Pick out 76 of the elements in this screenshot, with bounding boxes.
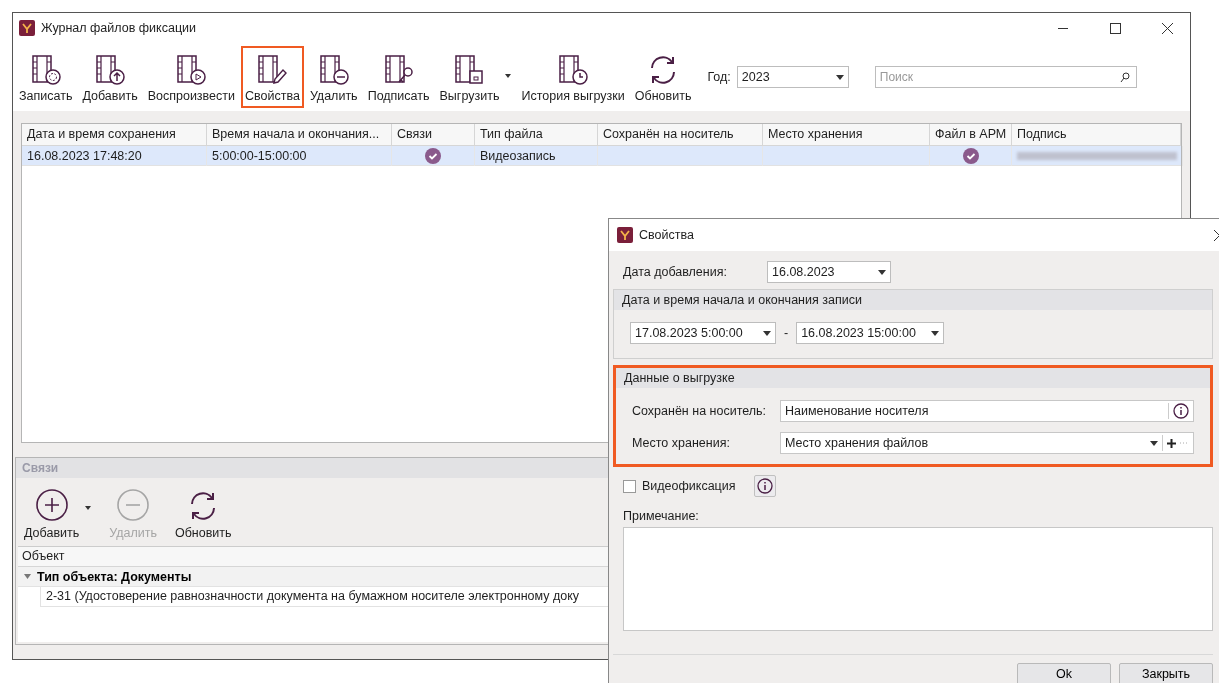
toolbar-button[interactable]: Выгрузить [435,46,516,108]
check-circle-icon [425,148,441,164]
film-icon [29,54,62,86]
toolbar-button[interactable]: Добавить [78,46,142,108]
dialog-title: Свойства [639,228,695,242]
caret-icon [505,74,512,78]
search-icon [1119,71,1130,83]
info-button[interactable] [753,475,776,497]
film-icon [175,54,208,86]
group-title: Данные о выгрузке [616,368,1210,388]
checkbox[interactable] [623,479,636,493]
dropdown-caret-icon [931,330,940,336]
plus-icon [1167,438,1176,448]
date-dropdown[interactable]: 16.08.2023 [767,261,891,283]
search-box[interactable]: Поиск [874,66,1137,88]
column-header[interactable]: Дата и время сохранения [22,124,207,145]
column-header[interactable]: Файл в АРМ [930,124,1012,145]
film-icon [382,54,415,86]
note-field[interactable] [623,527,1213,631]
dialog-button[interactable]: Закрыть [1119,663,1213,683]
minus-circle-icon [116,488,151,522]
dropdown-caret-icon [835,74,844,80]
field-label: Сохранён на носитель: [632,404,768,418]
column-header[interactable]: Время начала и окончания... [207,124,392,145]
film-icon [317,54,350,86]
toolbar-button[interactable]: Удалить [305,46,362,108]
year-dropdown[interactable]: 2023 [736,66,849,88]
dropdown-caret-icon [878,269,886,275]
table-row[interactable]: 16.08.2023 17:48:20 5:00:00-15:00:00 Видеозапись [22,146,1181,166]
column-header[interactable]: Подпись [1012,124,1181,145]
dropdown-caret-icon [1150,440,1158,446]
storage-dropdown[interactable]: Место хранения файлов [780,432,1194,454]
search-input[interactable]: Поиск [875,70,1120,84]
app-logo-icon [19,20,35,36]
start-datetime-dropdown[interactable]: 17.08.2023 5:00:00 [630,322,776,344]
toolbar-button[interactable]: Подписать [363,46,434,108]
expand-caret-icon [24,574,31,579]
table-cell: 16.08.2023 17:48:20 [27,149,142,163]
toolbar-button[interactable]: Воспроизвести [143,46,239,108]
dialog-button[interactable]: Ok [1017,663,1111,683]
film-icon [94,54,127,86]
app-logo-icon [617,227,633,243]
end-datetime-dropdown[interactable]: 16.08.2023 15:00:00 [796,322,945,344]
film-icon [453,54,486,86]
column-header[interactable]: Тип файла [475,124,598,145]
minimize-icon [1058,27,1068,29]
film-icon [256,54,289,86]
film-icon [557,54,590,86]
caret-icon [85,506,92,510]
maximize-icon [1109,22,1121,34]
table-cell: 5:00:00-15:00:00 [212,149,307,163]
field-label: Примечание: [623,509,699,523]
toolbar-button[interactable]: Обновить [173,490,234,540]
info-icon [1173,403,1189,419]
plus-circle-icon [34,488,69,522]
toolbar-button[interactable]: Обновить [630,46,696,108]
year-label: Год: [707,70,731,84]
column-header[interactable]: Связи [392,124,475,145]
close-icon [1161,22,1173,34]
toolbar-button[interactable]: История выгрузки [517,46,629,108]
checkbox-label: Видеофиксация [642,479,736,493]
group-title: Дата и время начала и окончания записи [614,290,1212,310]
media-field[interactable]: Наименование носителя [780,400,1194,422]
field-label: Дата добавления: [623,265,728,279]
toolbar-button[interactable]: Добавить [22,488,94,540]
window-title: Журнал файлов фиксации [41,21,197,35]
check-circle-icon [962,148,979,164]
toolbar-button[interactable]: Свойства [241,46,304,108]
dropdown-caret-icon [763,330,771,336]
table-cell: Видеозапись [480,149,556,163]
column-header[interactable]: Сохранён на носитель [598,124,763,145]
field-label: Место хранения: [632,436,731,450]
toolbar-button[interactable]: Записать [15,46,77,108]
info-icon [756,478,773,494]
column-header[interactable]: Место хранения [763,124,930,145]
range-separator: - [784,326,789,340]
